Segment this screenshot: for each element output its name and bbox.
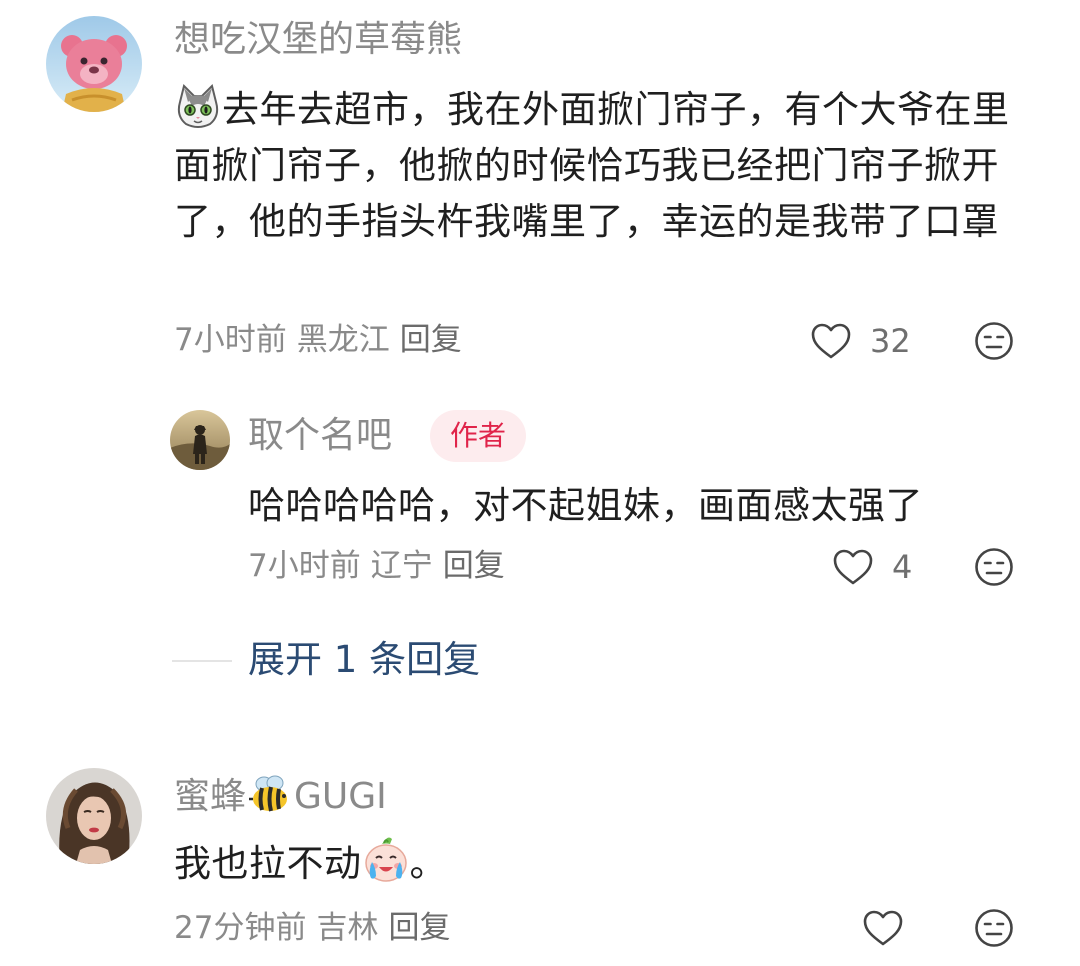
heart-icon — [833, 549, 873, 585]
desert-figure-avatar-icon — [170, 410, 230, 470]
author-badge: 作者 — [430, 410, 527, 462]
heart-icon — [811, 323, 851, 359]
expand-divider — [172, 660, 232, 662]
strawberry-bear-avatar-icon — [46, 16, 142, 112]
reply-time: 7小时前 — [248, 548, 361, 584]
comment-text: 去年去超市，我在外面掀门帘子，有个大爷在里面掀门帘子，他掀的时候恰巧我已经把门帘… — [174, 82, 1024, 250]
comment-text: 我也拉不动 。 — [174, 836, 447, 892]
dislike-button[interactable] — [974, 547, 1014, 591]
reply-location: 辽宁 — [370, 548, 433, 584]
username-text: 蜜蜂 — [174, 776, 247, 817]
username-suffix: GUGI — [294, 776, 387, 817]
like-count: 32 — [870, 322, 911, 360]
woman-portrait-avatar-icon — [46, 768, 142, 864]
comment-username[interactable]: 想吃汉堡的草莓熊 — [174, 18, 462, 62]
comment-text-punct: 。 — [409, 842, 447, 885]
comment-meta: 7小时前 黑龙江 回复 — [174, 320, 462, 360]
reply-text: 哈哈哈哈哈，对不起姐妹，画面感太强了 — [248, 484, 923, 527]
heart-icon — [863, 910, 903, 946]
comment-username[interactable]: 蜜蜂 GUGI — [174, 774, 387, 819]
comment-text-content: 去年去超市，我在外面掀门帘子，有个大爷在里面掀门帘子，他掀的时候恰巧我已经把门帘… — [174, 88, 1010, 243]
neutral-face-icon — [975, 909, 1013, 947]
dislike-button[interactable] — [974, 908, 1014, 952]
like-count: 4 — [892, 548, 913, 586]
avatar[interactable] — [46, 768, 142, 864]
like-button[interactable]: 4 — [832, 547, 912, 587]
like-button[interactable] — [862, 909, 904, 947]
comment-location: 黑龙江 — [296, 322, 390, 358]
neutral-face-icon — [975, 322, 1013, 360]
comment-meta: 27分钟前 吉林 回复 — [174, 908, 450, 948]
reply-button[interactable]: 回复 — [443, 548, 505, 584]
avatar[interactable] — [170, 410, 230, 470]
cat-emoji-icon — [177, 84, 219, 128]
like-button[interactable]: 32 — [810, 321, 911, 361]
dislike-button[interactable] — [974, 321, 1014, 365]
comment-time: 27分钟前 — [174, 910, 307, 946]
reply-meta: 7小时前 辽宁 回复 — [248, 546, 505, 586]
expand-replies-button[interactable]: 展开 1 条回复 — [248, 637, 480, 683]
comment-text-content: 我也拉不动 — [174, 842, 362, 885]
reply-username[interactable]: 取个名吧 — [248, 414, 392, 458]
reply-button[interactable]: 回复 — [400, 322, 462, 358]
bee-emoji-icon — [249, 775, 288, 812]
comment-location: 吉林 — [316, 910, 379, 946]
neutral-face-icon — [975, 548, 1013, 586]
comment-time: 7小时前 — [174, 322, 287, 358]
reply-button[interactable]: 回复 — [388, 910, 450, 946]
crying-face-emoji-icon — [364, 837, 407, 882]
avatar[interactable] — [46, 16, 142, 112]
